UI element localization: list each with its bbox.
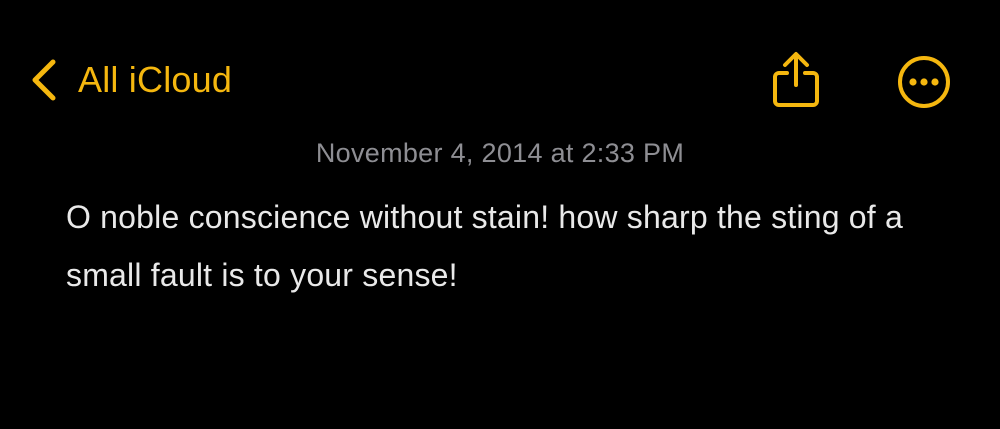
back-button-label: All iCloud	[78, 59, 233, 100]
note-date: November 4, 2014 at 2:33 PM	[315, 138, 685, 168]
note-body-text[interactable]: O noble conscience without stain! how sh…	[66, 188, 946, 304]
back-button[interactable]: All iCloud	[26, 52, 232, 108]
ellipsis-circle-icon	[896, 54, 952, 110]
more-options-button[interactable]	[896, 54, 952, 110]
share-icon	[770, 49, 822, 109]
share-button[interactable]	[770, 49, 822, 109]
chevron-left-icon	[26, 56, 60, 104]
